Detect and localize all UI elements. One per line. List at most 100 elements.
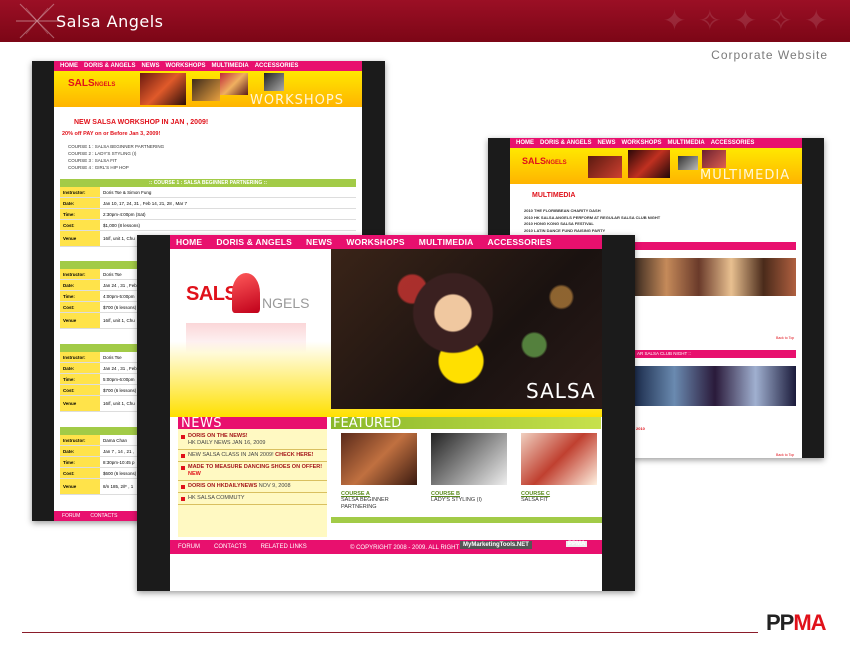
mm-photo-2 [628,150,670,178]
ws-course-item[interactable]: COURSE 1 : SALSA BEGINNER PARTNERING [68,143,164,150]
row-label: Date: [60,446,100,456]
ws-nav-home[interactable]: HOME [60,63,78,69]
ws-photo-2 [192,79,220,101]
mm-nav-accessories[interactable]: ACCESSORIES [711,140,755,146]
ws-course-item[interactable]: COURSE 3 : SALSA FIT [68,157,164,164]
ws-footer-forum[interactable]: FORUM [62,513,80,519]
news-link[interactable]: CHECK HERE! [275,452,313,458]
news-item[interactable]: DORIS ON THE NEWS! HK DAILY NEWS JAN 16, … [178,429,327,450]
ws-footer-contacts[interactable]: CONTACTS [90,513,117,519]
home-page-screenshot: SALS NGELS SALSA NEWS DORIS ON THE NEWS!… [137,235,635,591]
nav-multimedia[interactable]: MULTIMEDIA [419,237,474,247]
table-row: Instructor: Doris Tse & Simon Fung [60,187,356,198]
mm-back-to-top[interactable]: Back to Top [776,336,794,340]
mymarketingtools-badge[interactable]: MyMarketingTools.NET [460,541,532,549]
news-item[interactable]: MADE TO MEASURE DANCING SHOES ON OFFER! … [178,462,327,481]
news-text: NOV 9, 2008 [258,483,291,489]
footer-forum[interactable]: FORUM [178,544,200,550]
mm-page-word: MULTIMEDIA [700,168,791,183]
mm-list-item[interactable]: 2010 LATIN DANCE FUND RAISING PARTY [524,228,660,235]
bullet-icon [181,466,185,470]
mm-navbar: HOME DORIS & ANGELS NEWS WORKSHOPS MULTI… [510,138,802,148]
row-label: Date: [60,280,100,290]
footer-rule [22,632,758,633]
course-card-a[interactable]: COURSE A SALSA BEGINNER PARTNERING [341,433,421,511]
ws-navbar: HOME DORIS & ANGELS NEWS WORKSHOPS MULTI… [54,61,362,71]
mm-nav-home[interactable]: HOME [516,140,534,146]
row-label: Time: [60,291,100,301]
bullet-icon [181,435,185,439]
row-value: 8:30pm-10:45 p [103,459,135,465]
logo-text-right: NGELS [262,295,310,311]
news-item[interactable]: DORIS ON HKDAILYNEWS NOV 9, 2008 [178,481,327,493]
row-label: Venue [60,396,100,411]
home-logo: SALS [186,283,238,306]
news-item[interactable]: NEW SALSA CLASS IN JAN 2009! CHECK HERE! [178,450,327,462]
row-value: Jan 24 , 31 , Feb [103,282,137,288]
news-bold: MADE TO MEASURE DANCING SHOES ON OFFER! [188,464,323,470]
row-value: 16/f, unit 1, Chu [103,318,135,323]
course-a-photo [341,433,417,485]
ws-nav-accessories[interactable]: ACCESSORIES [255,63,299,69]
mm-back-to-top-2[interactable]: Back to Top [776,453,794,457]
footer-contacts[interactable]: CONTACTS [214,544,247,550]
row-value: 16/f, unit 1, Chu [103,236,135,241]
row-value: $600 (6 lessons) [103,470,137,476]
ws-nav-news[interactable]: NEWS [141,63,159,69]
mm-logo: SALSNGELS [522,156,567,166]
home-page-canvas: SALS NGELS SALSA NEWS DORIS ON THE NEWS!… [170,235,602,591]
mm-nav-news[interactable]: NEWS [597,140,615,146]
news-panel: NEWS DORIS ON THE NEWS! HK DAILY NEWS JAN… [178,417,327,537]
mm-gallery-bar [634,242,796,250]
ppma-logo: PPMA [766,610,827,636]
mm-photo-1 [588,156,622,178]
star-ornament-icon [16,3,60,39]
home-footer: FORUM CONTACTS RELATED LINKS © COPYRIGHT… [170,540,602,554]
row-value: Doris Tse [103,354,122,360]
course-card-c[interactable]: COURSE C SALSA FIT [521,433,601,504]
featured-heading: FEATURED [331,417,601,430]
ws-nav-doris[interactable]: DORIS & ANGELS [84,63,135,69]
row-value: Jan 10, 17, 24, 31 , Feb 14, 21, 28 , Ma… [103,200,188,206]
mm-nav-multimedia[interactable]: MULTIMEDIA [667,140,704,146]
nav-home[interactable]: HOME [176,237,202,247]
row-value: Dama Chan [103,437,128,443]
row-value: Jan 7 , 14 , 21 , [103,448,135,454]
news-heading: NEWS [178,417,327,430]
row-label: Cost: [60,302,100,312]
row-label: Venue [60,479,100,494]
row-label: Time: [60,457,100,467]
footer-related-links[interactable]: RELATED LINKS [261,544,307,550]
news-text: NEW SALSA CLASS IN JAN 2009! [188,452,274,458]
row-value: $700 (6 lessons) [103,387,137,393]
nav-news[interactable]: NEWS [306,237,332,247]
ppma-logo-left: PP [766,610,794,635]
mm-nav-workshops[interactable]: WORKSHOPS [621,140,661,146]
course-card-b[interactable]: COURSE B LADY'S STYLING (I) [431,433,511,504]
ws-photo-3 [220,73,248,95]
nav-accessories[interactable]: ACCESSORIES [488,237,552,247]
news-link[interactable]: NEW [188,471,201,477]
slide-title: Salsa Angels [56,12,164,31]
news-item[interactable]: HK SALSA COMMUTY [178,493,327,505]
row-label: Instructor: [60,435,100,445]
ws-page-word: WORKSHOPS [250,93,344,108]
nav-doris-angels[interactable]: DORIS & ANGELS [216,237,292,247]
ws-photo-1 [140,73,186,105]
ws-course-item[interactable]: COURSE 2 : LADY'S STYLING (I) [68,150,164,157]
ws-nav-multimedia[interactable]: MULTIMEDIA [211,63,248,69]
ws-nav-workshops[interactable]: WORKSHOPS [165,63,205,69]
ws-logo: SALSNGELS [68,78,116,89]
mm-year-label: 2010 [636,426,645,431]
course-c-photo [521,433,597,485]
row-value: 2:30pm-4:00pm (Sat) [103,211,146,217]
ws-course-item[interactable]: COURSE 4 : GIRL'S HIP HOP [68,164,164,171]
mm-nav-doris[interactable]: DORIS & ANGELS [540,140,591,146]
logo-shoe-icon [232,273,260,313]
row-label: Time: [60,374,100,384]
bullet-icon [181,485,185,489]
row-value: 8/n 185, 2/F , 1 [103,484,134,489]
logo-text-left: SALS [186,283,238,305]
nav-workshops[interactable]: WORKSHOPS [346,237,404,247]
ppma-badge[interactable]: PPMA [566,541,588,547]
